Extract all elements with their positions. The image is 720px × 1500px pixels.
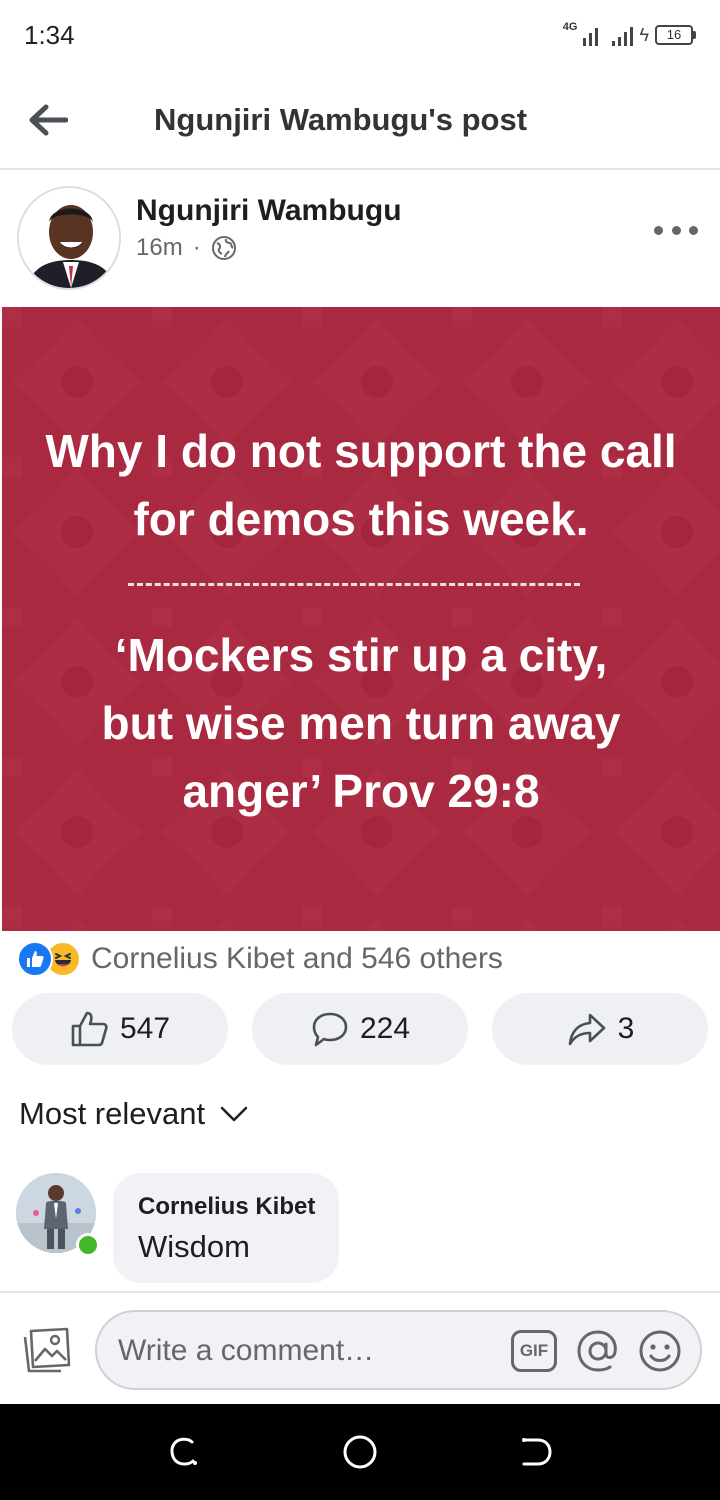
comment-button[interactable]: 224 bbox=[252, 993, 468, 1065]
back-nav-icon bbox=[522, 1438, 552, 1466]
add-photo-button[interactable] bbox=[20, 1323, 74, 1377]
post-image-quote: ‘Mockers stir up a city, but wise men tu… bbox=[2, 621, 720, 825]
post-image[interactable]: Why I do not support the call for demos … bbox=[2, 307, 720, 931]
charging-icon: ϟ bbox=[639, 24, 649, 45]
like-count: 547 bbox=[119, 1012, 171, 1045]
home-circle-icon bbox=[343, 1435, 377, 1469]
share-button[interactable]: 3 bbox=[492, 993, 708, 1065]
reactions-summary[interactable]: Cornelius Kibet and 546 others bbox=[17, 938, 503, 980]
quote-line: but wise men turn away bbox=[101, 697, 621, 749]
sort-label: Most relevant bbox=[19, 1096, 206, 1131]
chevron-down-icon bbox=[220, 1106, 248, 1122]
reaction-summary-text: Cornelius Kibet and 546 others bbox=[91, 942, 503, 975]
system-nav-bar bbox=[0, 1404, 720, 1500]
share-icon bbox=[568, 1013, 605, 1046]
battery-level: 16 bbox=[655, 25, 693, 45]
quote-line: ‘Mockers stir up a city, bbox=[114, 629, 608, 681]
comment-sort-dropdown[interactable]: Most relevant bbox=[19, 1096, 249, 1132]
at-sign-icon bbox=[577, 1330, 617, 1372]
post-meta: 16m · bbox=[136, 234, 237, 262]
like-button[interactable]: 547 bbox=[12, 993, 228, 1065]
post-image-title: Why I do not support the call for demos … bbox=[2, 417, 720, 553]
comment-composer: Write a comment… GIF bbox=[0, 1291, 720, 1403]
home-button[interactable] bbox=[340, 1432, 380, 1472]
online-status-badge bbox=[76, 1233, 100, 1257]
page-title: Ngunjiri Wambugu's post bbox=[154, 102, 528, 137]
photo-icon bbox=[23, 1327, 71, 1373]
smiley-icon bbox=[639, 1330, 681, 1372]
arrow-left-icon bbox=[29, 104, 68, 136]
gif-button[interactable]: GIF bbox=[511, 1330, 557, 1372]
status-icons: 4G ϟ 16 bbox=[562, 21, 696, 48]
comment-author[interactable]: Cornelius Kibet bbox=[138, 1193, 315, 1221]
mention-button[interactable] bbox=[575, 1328, 621, 1374]
battery-icon: 16 bbox=[655, 25, 696, 45]
globe-icon bbox=[211, 236, 236, 260]
person-icon bbox=[19, 188, 119, 288]
page-header: Ngunjiri Wambugu's post bbox=[0, 74, 720, 170]
signal-icon bbox=[583, 24, 599, 46]
divider-line bbox=[128, 583, 580, 586]
post-header: Ngunjiri Wambugu 16m · bbox=[0, 172, 720, 306]
thumbs-up-icon bbox=[71, 1011, 108, 1047]
quote-line: anger’ Prov 29:8 bbox=[182, 765, 540, 817]
comment-input[interactable]: Write a comment… GIF bbox=[95, 1310, 702, 1390]
more-options-button[interactable] bbox=[654, 212, 698, 248]
meta-separator: · bbox=[192, 234, 201, 261]
author-name[interactable]: Ngunjiri Wambugu bbox=[136, 194, 402, 228]
network-type: 4G bbox=[562, 21, 578, 33]
status-time: 1:34 bbox=[24, 20, 75, 50]
status-bar: 1:34 4G ϟ 16 bbox=[0, 0, 720, 74]
author-avatar[interactable] bbox=[17, 186, 121, 290]
recents-button[interactable] bbox=[164, 1432, 204, 1472]
signal-icon-2 bbox=[612, 24, 634, 46]
background-pattern bbox=[2, 307, 720, 931]
post-time[interactable]: 16m bbox=[136, 234, 183, 262]
recents-icon bbox=[170, 1437, 197, 1466]
share-count: 3 bbox=[617, 1012, 635, 1045]
comment-placeholder: Write a comment… bbox=[118, 1334, 375, 1367]
title-line: Why I do not support the call bbox=[45, 425, 677, 477]
comment-text: Wisdom bbox=[138, 1229, 250, 1264]
back-button[interactable] bbox=[22, 94, 74, 146]
like-reaction-icon bbox=[17, 941, 53, 977]
emoji-button[interactable] bbox=[637, 1328, 683, 1374]
comment-count: 224 bbox=[359, 1012, 411, 1045]
comment-bubble[interactable]: Cornelius Kibet Wisdom bbox=[113, 1173, 339, 1283]
comment-icon bbox=[312, 1012, 348, 1047]
title-line: for demos this week. bbox=[133, 493, 589, 545]
back-nav-button[interactable] bbox=[516, 1432, 556, 1472]
